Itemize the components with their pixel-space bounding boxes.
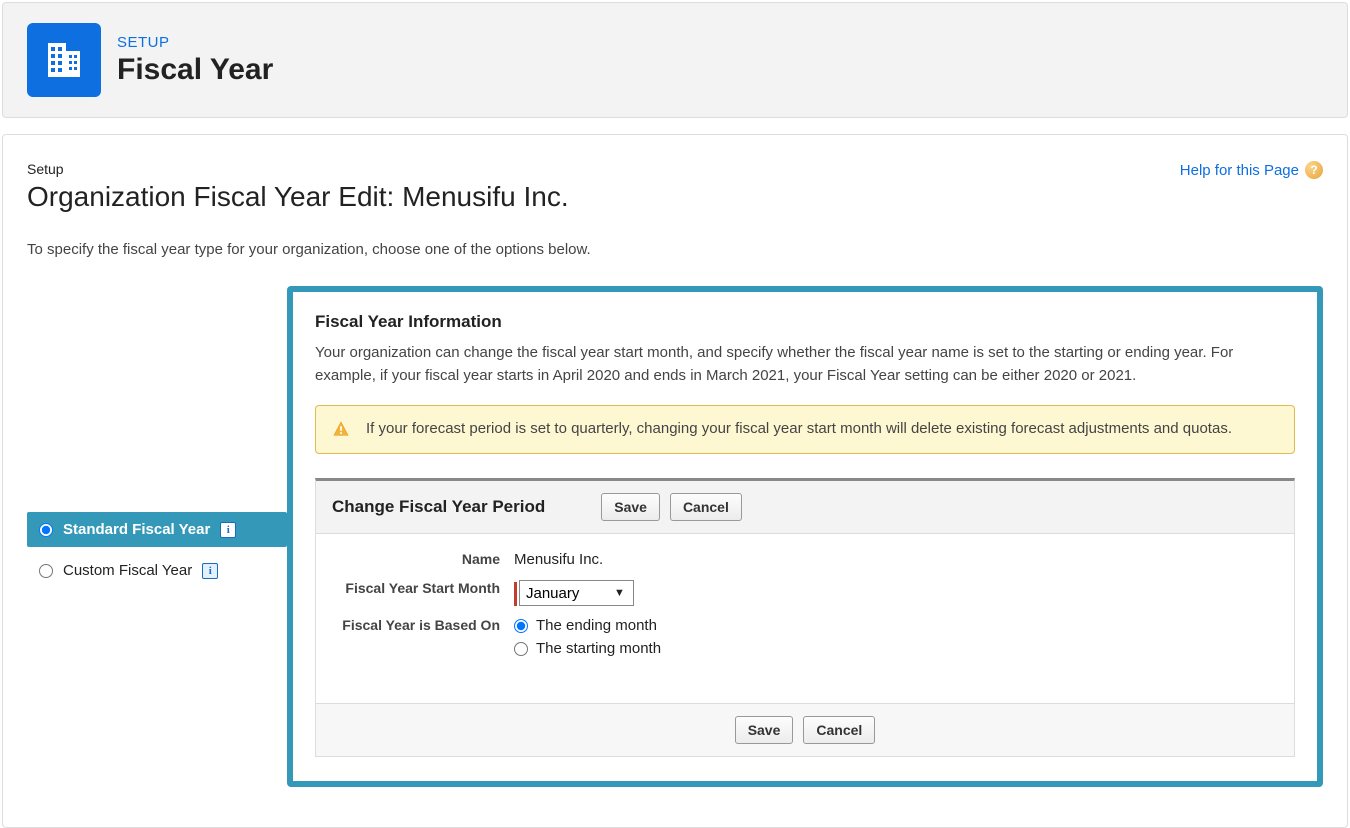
cancel-button-bottom[interactable]: Cancel bbox=[803, 716, 875, 744]
warning-icon bbox=[332, 420, 350, 438]
radio-label: The ending month bbox=[536, 617, 657, 634]
radio-standard[interactable] bbox=[39, 523, 53, 537]
start-month-label: Fiscal Year Start Month bbox=[336, 579, 514, 599]
name-label: Name bbox=[336, 550, 514, 570]
radio-custom[interactable] bbox=[39, 564, 53, 578]
form-section-title: Change Fiscal Year Period bbox=[332, 497, 545, 517]
fiscal-type-sidebar: Standard Fiscal Year i Custom Fiscal Yea… bbox=[27, 286, 287, 594]
radio-label: The starting month bbox=[536, 640, 661, 657]
detail-panel: Fiscal Year Information Your organizatio… bbox=[287, 286, 1323, 787]
form-section: Change Fiscal Year Period Save Cancel Na… bbox=[315, 478, 1295, 758]
sidebar-item-label: Custom Fiscal Year bbox=[63, 562, 192, 579]
warning-box: If your forecast period is set to quarte… bbox=[315, 405, 1295, 454]
page-title: Organization Fiscal Year Edit: Menusifu … bbox=[27, 181, 569, 213]
panel-description: Your organization can change the fiscal … bbox=[315, 342, 1275, 387]
radio-starting-month[interactable] bbox=[514, 642, 528, 656]
sidebar-item-label: Standard Fiscal Year bbox=[63, 521, 210, 538]
name-value: Menusifu Inc. bbox=[514, 550, 603, 568]
building-icon bbox=[27, 23, 101, 97]
save-button[interactable]: Save bbox=[601, 493, 660, 521]
info-icon[interactable]: i bbox=[220, 522, 236, 538]
save-button-bottom[interactable]: Save bbox=[735, 716, 794, 744]
start-month-select-wrap[interactable]: January ▼ bbox=[519, 580, 634, 606]
start-month-select[interactable]: January bbox=[520, 583, 630, 604]
warning-message: If your forecast period is set to quarte… bbox=[366, 418, 1232, 441]
required-indicator bbox=[514, 582, 517, 606]
breadcrumb: Setup bbox=[27, 161, 569, 177]
panel-title: Fiscal Year Information bbox=[315, 312, 1295, 332]
sidebar-item-custom[interactable]: Custom Fiscal Year i bbox=[27, 553, 287, 588]
based-on-ending[interactable]: The ending month bbox=[514, 617, 661, 634]
info-icon[interactable]: i bbox=[202, 563, 218, 579]
help-link-label: Help for this Page bbox=[1180, 162, 1299, 179]
banner-title: Fiscal Year bbox=[117, 53, 273, 87]
based-on-starting[interactable]: The starting month bbox=[514, 640, 661, 657]
help-icon: ? bbox=[1305, 161, 1323, 179]
help-link[interactable]: Help for this Page ? bbox=[1180, 161, 1323, 179]
banner-eyebrow: SETUP bbox=[117, 34, 273, 51]
intro-text: To specify the fiscal year type for your… bbox=[27, 241, 1323, 258]
top-banner: SETUP Fiscal Year bbox=[2, 2, 1348, 118]
sidebar-item-standard[interactable]: Standard Fiscal Year i bbox=[27, 512, 287, 547]
main-card: Setup Organization Fiscal Year Edit: Men… bbox=[2, 134, 1348, 828]
based-on-label: Fiscal Year is Based On bbox=[336, 616, 514, 636]
cancel-button[interactable]: Cancel bbox=[670, 493, 742, 521]
radio-ending-month[interactable] bbox=[514, 619, 528, 633]
